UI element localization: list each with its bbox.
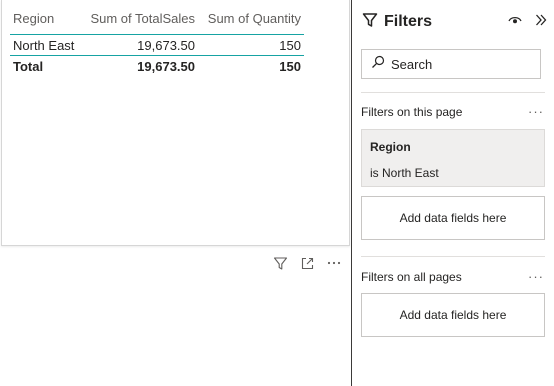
- focus-mode-icon[interactable]: [299, 255, 315, 271]
- filter-condition: is North East: [370, 166, 439, 180]
- pane-header-actions: [508, 13, 548, 32]
- filters-pane-header: Filters: [362, 10, 548, 34]
- total-row: Total 19,673.50 150: [10, 56, 304, 77]
- region-filter-card[interactable]: Region is North East: [361, 129, 545, 187]
- funnel-icon: [362, 12, 378, 33]
- more-options-icon[interactable]: [326, 255, 342, 271]
- matrix-header-row: Region Sum of TotalSales Sum of Quantity: [10, 8, 304, 35]
- column-header-total-sales[interactable]: Sum of TotalSales: [86, 8, 198, 35]
- column-header-region[interactable]: Region: [10, 8, 86, 35]
- filters-pane: Filters Search Filters on this page ··· …: [352, 0, 554, 386]
- page-section-more-icon[interactable]: ···: [528, 104, 544, 119]
- filters-on-this-page-label: Filters on this page: [361, 105, 463, 119]
- search-icon: [371, 55, 385, 74]
- filters-pane-title: Filters: [384, 13, 433, 30]
- search-placeholder: Search: [391, 56, 433, 72]
- all-pages-add-data-fields-label: Add data fields here: [399, 308, 507, 322]
- matrix-visual[interactable]: Region Sum of TotalSales Sum of Quantity…: [1, 0, 350, 246]
- eye-icon[interactable]: [508, 13, 522, 31]
- total-label: Total: [13, 58, 44, 74]
- filters-on-all-pages-label: Filters on all pages: [361, 270, 462, 284]
- all-pages-section-more-icon[interactable]: ···: [528, 269, 544, 284]
- cell-total-sales: 19,673.50: [86, 34, 198, 56]
- filters-search-box[interactable]: Search: [361, 49, 541, 79]
- report-canvas: Region Sum of TotalSales Sum of Quantity…: [0, 0, 351, 386]
- table-row[interactable]: North East 19,673.50 150: [10, 34, 304, 56]
- page-add-data-fields-label: Add data fields here: [399, 211, 507, 225]
- filter-icon[interactable]: [272, 255, 288, 271]
- cell-region: North East: [10, 34, 86, 56]
- all-pages-add-data-fields-dropzone[interactable]: Add data fields here: [361, 293, 545, 337]
- total-sales-value: 19,673.50: [137, 58, 195, 74]
- column-header-quantity[interactable]: Sum of Quantity: [198, 8, 304, 35]
- matrix-table: Region Sum of TotalSales Sum of Quantity…: [10, 8, 304, 76]
- visual-header-toolbar: [272, 254, 342, 272]
- section-divider: [361, 92, 545, 93]
- page-add-data-fields-dropzone[interactable]: Add data fields here: [361, 196, 545, 240]
- filter-field-name: Region: [370, 140, 411, 154]
- section-divider: [361, 256, 545, 257]
- cell-quantity: 150: [198, 34, 304, 56]
- total-quantity-value: 150: [279, 58, 301, 74]
- collapse-pane-icon[interactable]: [534, 13, 548, 32]
